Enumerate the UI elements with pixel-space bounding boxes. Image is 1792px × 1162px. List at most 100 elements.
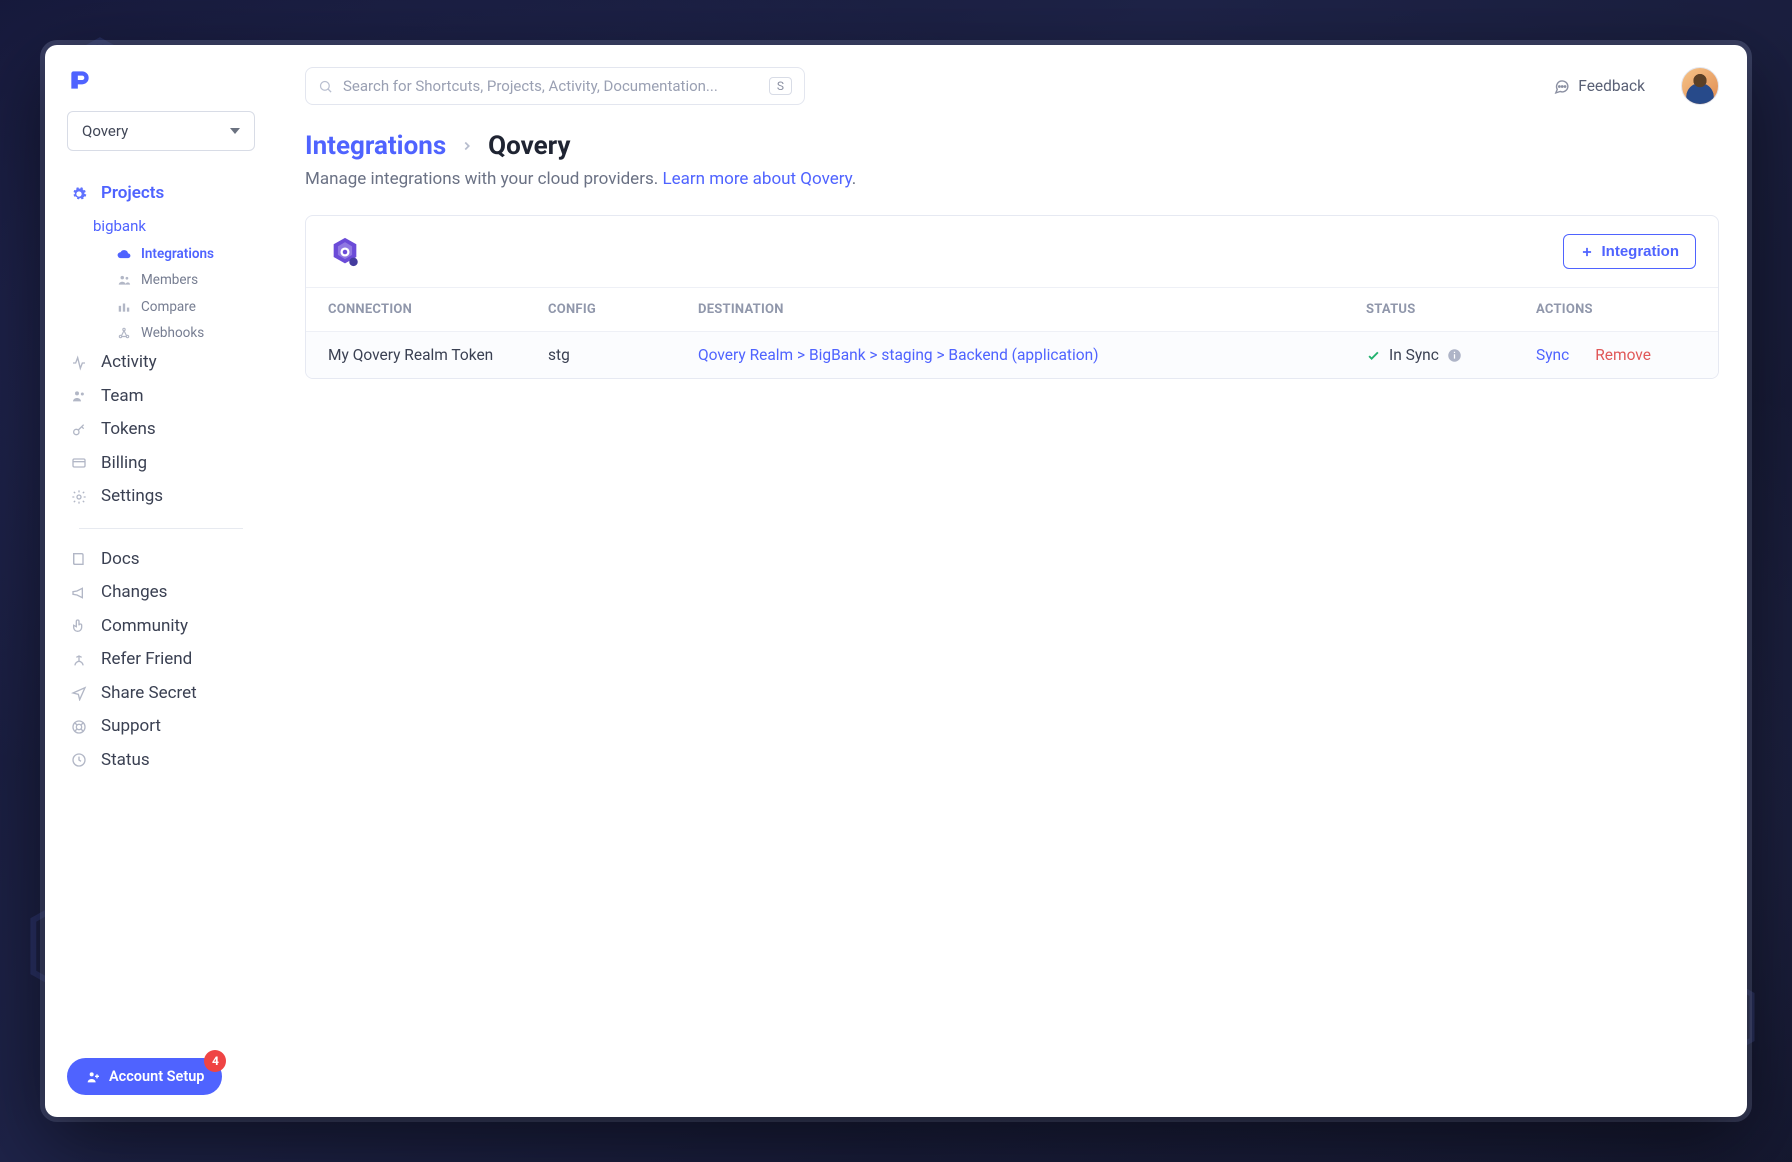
add-integration-label: Integration — [1602, 243, 1680, 260]
breadcrumb-leaf: Qovery — [488, 131, 570, 161]
panel-header: Integration — [306, 216, 1718, 287]
cell-destination[interactable]: Qovery Realm > BigBank > staging > Backe… — [698, 346, 1366, 364]
account-setup-badge: 4 — [204, 1050, 226, 1072]
remove-action[interactable]: Remove — [1595, 346, 1651, 364]
nav-refer-label: Refer Friend — [101, 647, 192, 673]
nav-billing[interactable]: Billing — [59, 447, 263, 481]
nav-settings-label: Settings — [101, 484, 163, 510]
nav-share-secret[interactable]: Share Secret — [59, 677, 263, 711]
nav-projects[interactable]: Projects — [59, 177, 263, 211]
search-input[interactable]: Search for Shortcuts, Projects, Activity… — [305, 67, 805, 105]
gear-icon — [69, 186, 89, 202]
activity-icon — [69, 355, 89, 371]
nav-community[interactable]: Community — [59, 610, 263, 644]
nav-docs[interactable]: Docs — [59, 543, 263, 577]
cell-connection: My Qovery Realm Token — [328, 346, 548, 364]
book-icon — [69, 551, 89, 567]
nav-team[interactable]: Team — [59, 380, 263, 414]
breadcrumb: Integrations Qovery — [305, 131, 1719, 161]
account-setup-label: Account Setup — [109, 1068, 204, 1085]
table-header: CONNECTION CONFIG DESTINATION STATUS ACT… — [306, 287, 1718, 331]
key-icon — [69, 422, 89, 438]
table-row: My Qovery Realm Token stg Qovery Realm >… — [306, 331, 1718, 378]
page-subtitle: Manage integrations with your cloud prov… — [305, 169, 1719, 189]
search-placeholder: Search for Shortcuts, Projects, Activity… — [343, 77, 718, 95]
cell-config: stg — [548, 346, 698, 364]
nav-changes-label: Changes — [101, 580, 167, 606]
col-config: CONFIG — [548, 302, 698, 317]
user-avatar[interactable] — [1681, 67, 1719, 105]
nav-refer[interactable]: Refer Friend — [59, 643, 263, 677]
sidebar: Qovery Projects bigbank Integrations — [45, 45, 277, 1117]
card-icon — [69, 455, 89, 471]
megaphone-icon — [69, 585, 89, 601]
nav-members[interactable]: Members — [105, 267, 263, 293]
cell-actions: Sync Remove — [1536, 346, 1696, 364]
team-icon — [69, 388, 89, 404]
nav-activity-label: Activity — [101, 350, 157, 376]
nav-docs-label: Docs — [101, 547, 140, 573]
nav-webhooks[interactable]: Webhooks — [105, 320, 263, 346]
nav-billing-label: Billing — [101, 451, 147, 477]
nav-projects-label: Projects — [101, 181, 164, 207]
nav-share-label: Share Secret — [101, 681, 197, 707]
app-logo — [45, 67, 277, 111]
feedback-button[interactable]: Feedback — [1553, 77, 1645, 95]
nav-settings[interactable]: Settings — [59, 480, 263, 514]
user-plus-icon — [85, 1069, 101, 1085]
workspace-name: Qovery — [82, 122, 128, 140]
col-status: STATUS — [1366, 302, 1536, 317]
col-connection: CONNECTION — [328, 302, 548, 317]
hand-icon — [69, 618, 89, 634]
qovery-logo-icon — [328, 235, 362, 269]
app-window: Qovery Projects bigbank Integrations — [45, 45, 1747, 1117]
send-icon — [69, 685, 89, 701]
chevron-down-icon — [230, 128, 240, 134]
search-kbd: S — [769, 77, 792, 95]
clock-icon — [69, 752, 89, 768]
primary-nav: Projects bigbank Integrations Members — [45, 177, 277, 777]
info-icon[interactable] — [1447, 348, 1462, 363]
workspace-select[interactable]: Qovery — [67, 111, 255, 151]
learn-more-link[interactable]: Learn more about Qovery — [662, 169, 851, 189]
check-icon — [1366, 348, 1381, 363]
compare-icon — [115, 300, 133, 314]
nav-support-label: Support — [101, 714, 161, 740]
nav-community-label: Community — [101, 614, 188, 640]
feedback-label: Feedback — [1578, 77, 1645, 95]
nav-project-bigbank[interactable]: bigbank — [83, 211, 263, 242]
add-integration-button[interactable]: Integration — [1563, 234, 1697, 269]
settings-icon — [69, 489, 89, 505]
status-text: In Sync — [1389, 346, 1439, 364]
nav-status[interactable]: Status — [59, 744, 263, 778]
nav-integrations[interactable]: Integrations — [105, 241, 263, 267]
users-icon — [115, 273, 133, 287]
nav-support[interactable]: Support — [59, 710, 263, 744]
nav-compare-label: Compare — [141, 297, 196, 317]
chevron-right-icon — [460, 139, 474, 153]
nav-webhooks-label: Webhooks — [141, 323, 204, 343]
main-content: Search for Shortcuts, Projects, Activity… — [277, 45, 1747, 1117]
account-setup-button[interactable]: Account Setup 4 — [67, 1058, 222, 1095]
integrations-panel: Integration CONNECTION CONFIG DESTINATIO… — [305, 215, 1719, 379]
cell-status: In Sync — [1366, 346, 1536, 364]
nav-team-label: Team — [101, 384, 144, 410]
chat-icon — [1553, 78, 1570, 95]
nav-compare[interactable]: Compare — [105, 294, 263, 320]
nav-changes[interactable]: Changes — [59, 576, 263, 610]
col-destination: DESTINATION — [698, 302, 1366, 317]
nav-tokens-label: Tokens — [101, 417, 156, 443]
lifebuoy-icon — [69, 719, 89, 735]
nav-members-label: Members — [141, 270, 198, 290]
nav-integrations-label: Integrations — [141, 244, 214, 264]
sync-action[interactable]: Sync — [1536, 346, 1569, 364]
col-actions: ACTIONS — [1536, 302, 1696, 317]
plus-icon — [1580, 245, 1594, 259]
nav-activity[interactable]: Activity — [59, 346, 263, 380]
nav-divider — [79, 528, 243, 529]
subtitle-suffix: . — [852, 169, 856, 189]
nav-tokens[interactable]: Tokens — [59, 413, 263, 447]
project-name: bigbank — [93, 215, 146, 238]
search-icon — [318, 79, 333, 94]
breadcrumb-root[interactable]: Integrations — [305, 131, 446, 161]
